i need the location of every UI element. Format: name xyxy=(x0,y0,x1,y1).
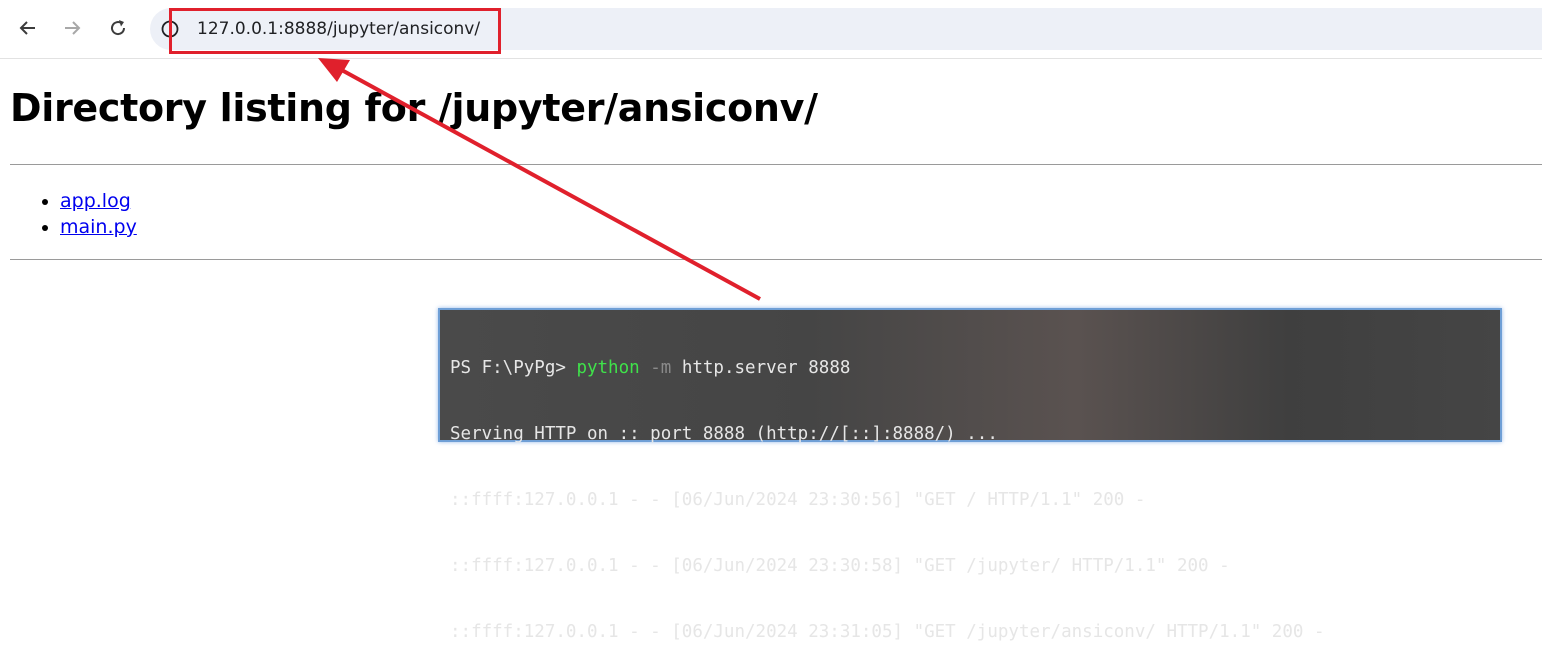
arrow-right-icon xyxy=(65,21,81,35)
list-item: main.py xyxy=(60,214,137,240)
terminal-window: PS F:\PyPg> python -m http.server 8888 S… xyxy=(438,308,1502,642)
terminal-flag: -m xyxy=(650,358,672,378)
terminal-command: python xyxy=(576,358,640,378)
address-bar[interactable]: 127.0.0.1:8888/jupyter/ansiconv/ xyxy=(150,8,1542,50)
terminal-args: http.server 8888 xyxy=(671,358,851,378)
divider-bottom xyxy=(10,259,1542,260)
info-circle-icon[interactable] xyxy=(160,19,180,39)
list-item: app.log xyxy=(60,188,137,214)
terminal-command-line: PS F:\PyPg> python -m http.server 8888 xyxy=(450,357,1490,379)
terminal-prompt: PS F:\PyPg> xyxy=(450,358,577,378)
url-text[interactable]: 127.0.0.1:8888/jupyter/ansiconv/ xyxy=(197,19,480,39)
back-button[interactable] xyxy=(14,14,42,42)
page-title: Directory listing for /jupyter/ansiconv/ xyxy=(10,86,818,130)
terminal-output-line: Serving HTTP on :: port 8888 (http://[::… xyxy=(450,424,998,444)
terminal-output-line: ::ffff:127.0.0.1 - - [06/Jun/2024 23:31:… xyxy=(450,622,1325,642)
forward-button[interactable] xyxy=(58,14,86,42)
terminal-output-line: ::ffff:127.0.0.1 - - [06/Jun/2024 23:30:… xyxy=(450,490,1146,510)
arrow-left-icon xyxy=(19,21,35,35)
terminal-output-line: ::ffff:127.0.0.1 - - [06/Jun/2024 23:30:… xyxy=(450,556,1230,576)
file-link-main-py[interactable]: main.py xyxy=(60,216,137,238)
reload-button[interactable] xyxy=(104,14,132,42)
divider-top xyxy=(10,164,1542,165)
browser-toolbar: 127.0.0.1:8888/jupyter/ansiconv/ xyxy=(0,0,1542,59)
file-link-app-log[interactable]: app.log xyxy=(60,190,131,212)
file-list: app.log main.py xyxy=(20,188,137,240)
reload-icon xyxy=(111,20,126,36)
